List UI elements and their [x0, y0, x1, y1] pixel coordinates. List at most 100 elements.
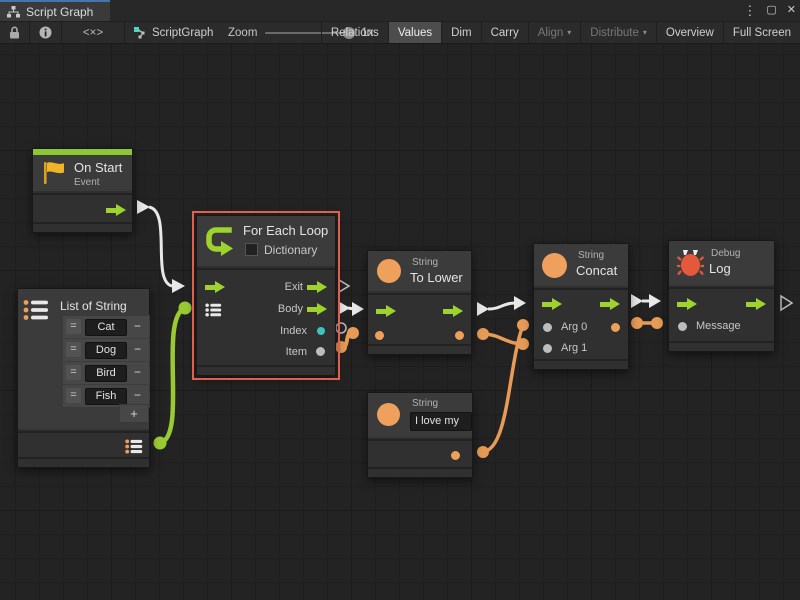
titlebar: Script Graph ⋮ ▢ ✕	[0, 0, 800, 21]
overview-label: Overview	[666, 27, 714, 39]
remove-item-button[interactable]: −	[130, 388, 145, 403]
node-category: Debug	[711, 248, 740, 259]
list-item-row: = Cat −	[63, 316, 149, 339]
arg0-label: Arg 0	[561, 321, 587, 333]
distribute-button[interactable]: Distribute ▾	[580, 22, 656, 43]
node-title: List of String	[60, 299, 127, 313]
arg1-label: Arg 1	[561, 342, 587, 354]
list-item-input[interactable]: Cat	[85, 319, 127, 336]
node-on-start[interactable]: On Start Event	[32, 148, 133, 233]
carry-label: Carry	[491, 27, 519, 39]
node-category: String	[412, 257, 438, 268]
node-debug-log[interactable]: Debug Log Message	[668, 240, 775, 352]
trigger-output-port[interactable]	[106, 204, 126, 217]
string-output-port[interactable]	[451, 451, 460, 460]
fullscreen-button[interactable]: Full Screen	[723, 22, 800, 43]
info-button[interactable]	[30, 22, 62, 43]
list-input-port[interactable]	[205, 303, 222, 317]
list-item-input[interactable]: Dog	[85, 342, 127, 359]
flow-input-port[interactable]	[376, 305, 396, 318]
node-string-literal[interactable]: String I love my	[367, 392, 473, 478]
body-output-port[interactable]	[307, 303, 327, 316]
relations-button[interactable]: Relations	[321, 22, 388, 43]
node-category: String	[412, 398, 438, 409]
node-title: Concat	[576, 263, 617, 278]
node-to-lower[interactable]: String To Lower	[367, 250, 472, 355]
dim-button[interactable]: Dim	[441, 22, 480, 43]
code-view-button[interactable]: <×>	[62, 22, 125, 43]
node-concat[interactable]: String Concat Arg 0 Arg 1	[533, 243, 629, 370]
arg1-input-port[interactable]	[543, 344, 552, 353]
dictionary-label: Dictionary	[264, 243, 317, 257]
flow-output-port[interactable]	[600, 298, 620, 311]
graph-name-label: ScriptGraph	[152, 27, 213, 39]
flow-input-port[interactable]	[677, 298, 697, 311]
graph-hierarchy-icon	[7, 6, 20, 18]
overview-button[interactable]: Overview	[656, 22, 723, 43]
window-menu-icon[interactable]: ⋮	[743, 0, 756, 21]
flow-input-port[interactable]	[205, 281, 225, 294]
node-title: On Start	[74, 160, 122, 175]
drag-handle-icon[interactable]: =	[66, 342, 81, 357]
align-button[interactable]: Align ▾	[528, 22, 581, 43]
drag-handle-icon[interactable]: =	[66, 365, 81, 380]
zoom-label: Zoom	[228, 27, 257, 39]
add-item-button[interactable]: +	[119, 404, 149, 423]
list-output-port[interactable]	[125, 439, 143, 454]
item-output-port[interactable]	[316, 347, 325, 356]
string-value-input[interactable]: I love my	[410, 412, 472, 431]
node-list-of-string[interactable]: List of String = Cat − = Dog − = Bird −	[17, 288, 150, 468]
flow-output-port[interactable]	[443, 305, 463, 318]
bug-icon	[677, 248, 704, 277]
graph-name[interactable]: ScriptGraph	[133, 22, 213, 43]
arg0-input-port[interactable]	[543, 323, 552, 332]
message-label: Message	[696, 320, 741, 332]
node-title: Log	[709, 261, 731, 276]
remove-item-button[interactable]: −	[130, 365, 145, 380]
item-port-label: Item	[286, 346, 307, 358]
script-graph-icon	[133, 26, 147, 39]
exit-output-port[interactable]	[307, 281, 327, 294]
dim-label: Dim	[451, 27, 471, 39]
drag-handle-icon[interactable]: =	[66, 388, 81, 403]
distribute-label: Distribute	[590, 27, 639, 39]
info-icon	[39, 26, 52, 39]
string-type-icon	[377, 403, 400, 426]
remove-item-button[interactable]: −	[130, 342, 145, 357]
tab-title: Script Graph	[26, 5, 93, 19]
remove-item-button[interactable]: −	[130, 319, 145, 334]
node-subtitle: Event	[74, 177, 100, 188]
node-title: To Lower	[410, 270, 463, 285]
drag-handle-icon[interactable]: =	[66, 319, 81, 334]
node-category: String	[578, 250, 604, 261]
list-item-input[interactable]: Fish	[85, 388, 127, 405]
loop-icon	[205, 225, 237, 257]
values-button[interactable]: Values	[388, 22, 441, 43]
list-item-row: = Dog −	[63, 339, 149, 362]
string-type-icon	[377, 259, 401, 283]
list-item-input[interactable]: Bird	[85, 365, 127, 382]
flow-output-port[interactable]	[746, 298, 766, 311]
result-output-port[interactable]	[611, 323, 620, 332]
lock-icon	[9, 26, 20, 39]
relations-label: Relations	[331, 27, 379, 39]
string-type-icon	[542, 253, 567, 278]
index-output-port[interactable]	[317, 327, 325, 335]
carry-button[interactable]: Carry	[481, 22, 528, 43]
string-input-port[interactable]	[375, 331, 384, 340]
flow-input-port[interactable]	[542, 298, 562, 311]
string-output-port[interactable]	[455, 331, 464, 340]
list-icon	[23, 299, 49, 321]
list-editor: = Cat − = Dog − = Bird − = Fish −	[62, 315, 150, 408]
index-port-label: Index	[280, 325, 307, 337]
node-for-each-loop[interactable]: For Each Loop Dictionary Exit Body Index…	[196, 215, 336, 376]
script-graph-window: Script Graph ⋮ ▢ ✕	[0, 0, 800, 600]
message-input-port[interactable]	[678, 322, 687, 331]
chevron-down-icon: ▾	[643, 28, 647, 37]
dictionary-checkbox[interactable]	[245, 243, 258, 256]
values-label: Values	[398, 27, 432, 39]
maximize-icon[interactable]: ▢	[766, 0, 776, 21]
tab-script-graph[interactable]: Script Graph	[0, 0, 110, 21]
close-icon[interactable]: ✕	[787, 0, 796, 21]
lock-button[interactable]	[0, 22, 30, 43]
